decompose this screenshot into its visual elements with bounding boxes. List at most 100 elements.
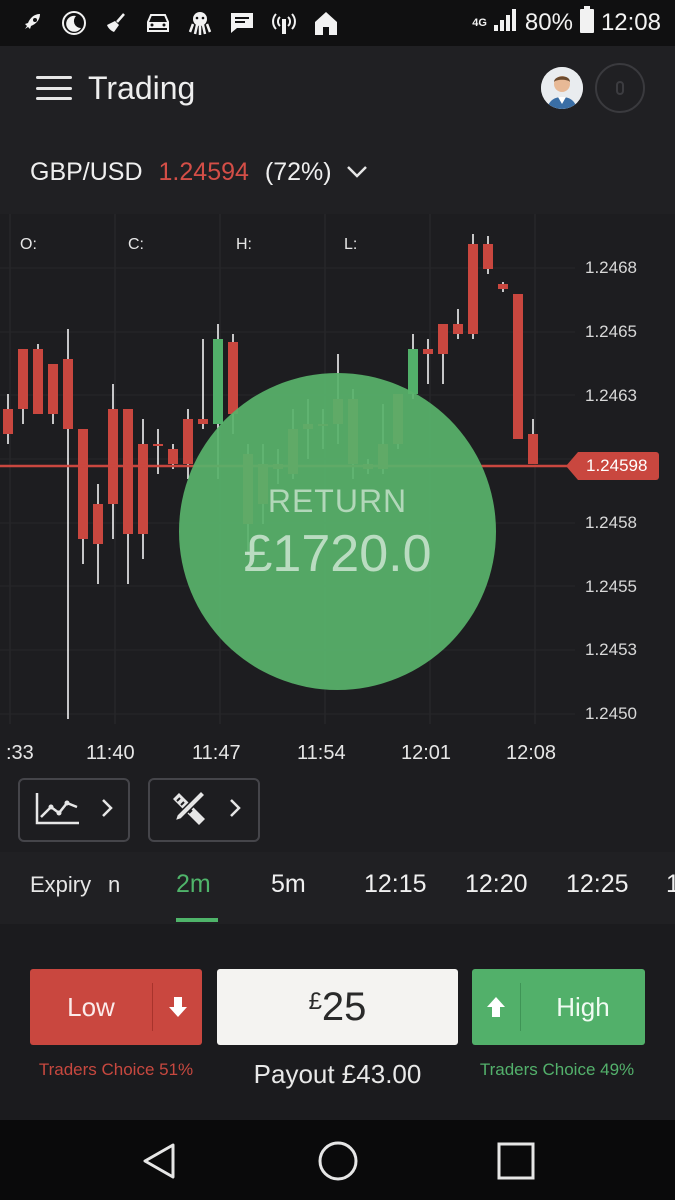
indicators-button[interactable]: [18, 778, 130, 842]
candle: [528, 419, 538, 464]
time-tick: :33: [6, 742, 34, 764]
return-label: RETURN: [267, 483, 408, 519]
high-label: High: [556, 991, 610, 1022]
chevron-right-icon: [101, 798, 113, 823]
candle: [78, 429, 88, 564]
home-button-icon[interactable]: [315, 1138, 361, 1184]
expiry-option-5m[interactable]: 5m: [271, 870, 306, 899]
back-icon[interactable]: [136, 1138, 182, 1184]
candle: [453, 309, 463, 339]
ohlc-low-label: L:: [344, 236, 358, 253]
high-button[interactable]: High: [472, 969, 645, 1045]
candle: [18, 349, 28, 424]
expiry-option-2m[interactable]: 2m: [176, 870, 211, 899]
candle: [468, 234, 478, 339]
candle: [483, 236, 493, 274]
time-tick: 11:40: [86, 742, 135, 764]
amount-input[interactable]: £ 25: [217, 969, 458, 1045]
status-bar: 4G 80% 12:08: [0, 0, 675, 46]
price-tick: 1.2463: [585, 386, 637, 405]
network-type: 4G: [472, 17, 487, 29]
price-tick: 1.2453: [585, 640, 637, 659]
expiry-label: Expiry: [30, 872, 92, 897]
low-label: Low: [67, 991, 115, 1022]
arrow-down-icon: [153, 996, 202, 1018]
amount-value: 25: [321, 984, 367, 1029]
chevron-down-icon[interactable]: [346, 161, 368, 183]
android-nav-bar: [0, 1120, 675, 1200]
drawing-tools-button[interactable]: [148, 778, 260, 842]
price-tick: 1.2450: [585, 704, 637, 723]
broom-icon: [102, 9, 130, 37]
arrow-up-icon: [472, 996, 520, 1018]
trade-panel: Low £ 25 High Traders Choice 51% Payout …: [0, 924, 675, 1120]
current-price-tag: 1.24598: [566, 451, 659, 481]
notification-button[interactable]: [595, 63, 645, 113]
candle: [63, 329, 73, 719]
candle: [93, 484, 103, 584]
asset-payout-percent: (72%): [264, 157, 332, 186]
expiry-option-1215[interactable]: 12:15: [364, 870, 427, 899]
rocket-icon: [18, 9, 46, 37]
candle: [3, 394, 13, 444]
return-value: £1720.0: [243, 525, 432, 583]
ohlc-close-label: C:: [128, 236, 144, 253]
candle: [138, 419, 148, 559]
line-chart-icon: [35, 791, 81, 830]
hamburger-menu-icon[interactable]: [36, 76, 72, 100]
expiry-option-partial[interactable]: n: [108, 872, 120, 898]
recent-apps-icon[interactable]: [493, 1138, 539, 1184]
price-tick: 1.2468: [585, 258, 637, 277]
candle: [423, 339, 433, 384]
low-traders-choice: Traders Choice 51%: [38, 1060, 194, 1079]
cell-signal-icon: [493, 8, 519, 39]
ruler-pencil-icon: [167, 787, 209, 834]
ohlc-high-label: H:: [236, 236, 252, 253]
price-tick: 1.2455: [585, 577, 637, 596]
price-tick: 1.2465: [585, 322, 637, 341]
expiry-option-1225[interactable]: 12:25: [566, 870, 629, 899]
return-overlay: RETURN £1720.0: [179, 373, 496, 690]
ohlc-open-label: O:: [20, 236, 37, 253]
toggle-icon: [616, 81, 624, 95]
clock: 12:08: [600, 9, 661, 36]
time-tick: 12:08: [506, 742, 557, 764]
high-traders-choice: Traders Choice 49%: [479, 1060, 635, 1079]
app-header: Trading: [0, 46, 675, 130]
chart-tools: [0, 770, 675, 852]
octopus-icon: [186, 9, 214, 37]
expiry-selected-indicator: [176, 918, 218, 922]
message-icon: [228, 9, 256, 37]
candle: [33, 344, 43, 414]
time-tick: 11:54: [297, 742, 346, 764]
car-icon: [144, 9, 172, 37]
expiry-option-cut[interactable]: 1: [666, 870, 675, 899]
candle: [108, 384, 118, 539]
asset-selector[interactable]: GBP/USD 1.24594 (72%): [0, 130, 675, 214]
moon-icon: [60, 9, 88, 37]
home-icon: [312, 9, 340, 37]
battery-icon: [579, 5, 595, 41]
expiry-selector: Expiry n 2m 5m 12:15 12:20 12:25 1: [0, 852, 675, 924]
candle: [198, 339, 208, 429]
expiry-option-1220[interactable]: 12:20: [465, 870, 528, 899]
asset-price: 1.24594: [158, 157, 249, 186]
low-button[interactable]: Low: [30, 969, 202, 1045]
currency-symbol: £: [308, 988, 322, 1015]
battery-percent: 80%: [524, 9, 573, 36]
time-tick: 11:47: [192, 742, 241, 764]
page-title: Trading: [88, 69, 196, 106]
candle: [408, 334, 418, 399]
signal-wave-icon: [270, 9, 298, 37]
candle: [438, 324, 448, 384]
chevron-right-icon: [229, 798, 241, 823]
avatar[interactable]: [541, 67, 583, 109]
candle: [498, 282, 508, 292]
candle: [48, 364, 58, 424]
time-tick: 12:01: [401, 742, 452, 764]
price-tick: 1.2458: [585, 513, 637, 532]
candle: [513, 294, 523, 439]
candle: [123, 409, 133, 584]
payout-text: Payout £43.00: [253, 1059, 422, 1089]
asset-pair: GBP/USD: [30, 157, 143, 186]
